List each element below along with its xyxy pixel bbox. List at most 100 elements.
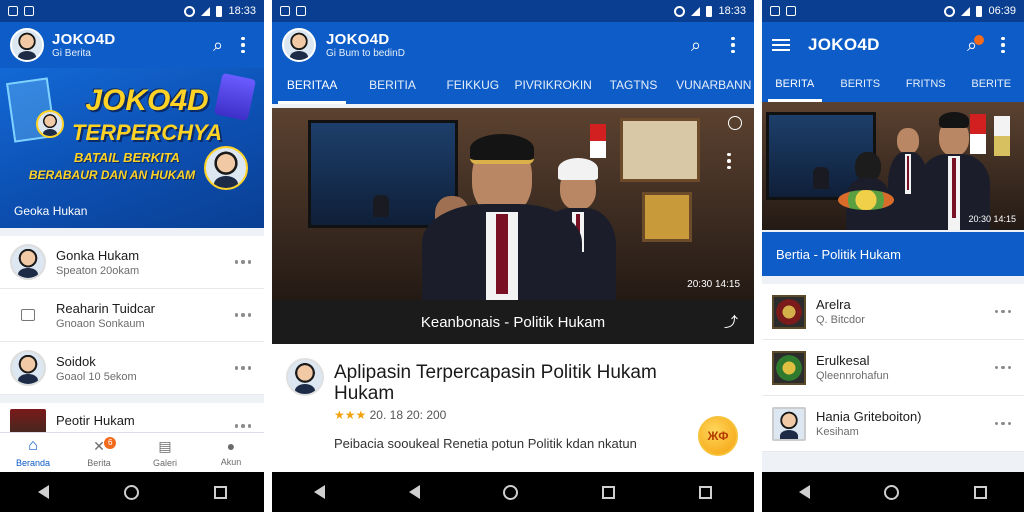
more-options-icon[interactable] <box>232 34 254 56</box>
tab-0[interactable]: BERITAA <box>272 68 352 104</box>
item-more-icon[interactable] <box>992 413 1014 435</box>
item-more-icon[interactable] <box>232 304 254 326</box>
item-more-icon[interactable] <box>992 301 1014 323</box>
list-item[interactable]: Erulkesal Qleennrohafun <box>762 340 1024 396</box>
list-item-subtitle: Speaton 20okam <box>56 264 140 277</box>
back-icon[interactable] <box>313 485 325 499</box>
profile-icon: ● <box>226 438 236 454</box>
list-item[interactable]: Gonka Hukam Speaton 20okam <box>0 236 264 289</box>
nav-news[interactable]: ✕ 6 Berita <box>66 433 132 472</box>
nav-label: Galeri <box>152 457 177 468</box>
hero-avatar-left <box>36 110 64 138</box>
back-icon[interactable] <box>799 485 811 499</box>
app-bar: JOKO4D Gi Berita ⌕ <box>0 22 264 68</box>
article-card[interactable]: Aplipasin Terpercapasin Politik Hukam Hu… <box>272 344 754 472</box>
recents-icon[interactable] <box>699 485 713 499</box>
list-item-title: Peotir Hukam <box>56 413 135 428</box>
signal-icon <box>201 6 211 16</box>
notification-icon <box>8 6 18 16</box>
tab-3[interactable]: PIVRIKROKIN <box>513 68 593 104</box>
recents-icon[interactable] <box>602 485 616 499</box>
photo-caption: Keanbonais - Politik Hukam <box>420 313 606 331</box>
home-circle-icon[interactable] <box>884 484 900 500</box>
list-item[interactable]: Reaharin Tuidcar Gnoaon Sonkaum <box>0 289 264 342</box>
avatar[interactable] <box>10 28 44 62</box>
wifi-icon <box>944 5 956 17</box>
tab-2[interactable]: FEIKKUG <box>433 68 513 104</box>
search-icon[interactable]: ⌕ <box>682 35 710 56</box>
search-icon[interactable]: ⌕ <box>204 35 232 56</box>
list-thumb <box>772 406 806 441</box>
list-avatar <box>10 244 46 280</box>
news-list: Gonka Hukam Speaton 20okam Reaharin Tuidc… <box>0 236 264 395</box>
hero-avatar-right <box>204 146 248 190</box>
photo-more-icon[interactable] <box>718 150 740 172</box>
tab-4[interactable]: TAGTNS <box>593 68 673 104</box>
action-fab[interactable]: ЖФ <box>698 416 738 456</box>
nav-gallery[interactable]: ▤ Galeri <box>132 433 198 472</box>
notification-icon <box>280 6 290 16</box>
home-circle-icon[interactable] <box>123 484 139 500</box>
item-more-icon[interactable] <box>232 357 254 379</box>
tab-2[interactable]: FRITNS <box>893 68 959 102</box>
nav-label: Berita <box>87 457 111 468</box>
main-person <box>422 126 582 300</box>
tab-1[interactable]: BERITIA <box>352 68 432 104</box>
message-icon <box>21 309 35 321</box>
info-icon[interactable] <box>728 116 742 130</box>
back-icon[interactable] <box>37 485 49 499</box>
article-photo[interactable]: 20:30 14:15 <box>762 102 1024 230</box>
item-more-icon[interactable] <box>232 251 254 273</box>
battery-icon <box>216 5 223 17</box>
more-options-icon[interactable] <box>722 34 744 56</box>
article-date: 20. 18 20: 200 <box>369 408 447 422</box>
nav-home[interactable]: ⌂ Beranda <box>0 433 66 472</box>
signal-icon <box>961 6 971 16</box>
wall-portrait <box>620 118 700 182</box>
main-person <box>918 110 990 230</box>
system-nav-bar <box>272 472 754 512</box>
nav-badge: 6 <box>104 437 117 449</box>
photo-timestamp: 20:30 14:15 <box>968 214 1016 224</box>
recents-icon[interactable] <box>973 485 987 499</box>
system-nav-bar <box>0 472 264 512</box>
nav-account[interactable]: ● Akun <box>198 433 264 472</box>
list-item[interactable]: Arelra Q. Bitcdor <box>762 284 1024 340</box>
menu-icon[interactable] <box>772 39 790 51</box>
tab-3[interactable]: BERITE <box>959 68 1024 102</box>
tab-1[interactable]: BERITS <box>828 68 894 102</box>
home-circle-icon[interactable] <box>503 484 519 500</box>
list-item-subtitle: Gnoaon Sonkaum <box>56 317 145 330</box>
list-item-title: Erulkesal <box>816 353 870 368</box>
flag <box>590 124 606 158</box>
author-avatar[interactable] <box>286 358 324 396</box>
share-icon[interactable]: ⤴ <box>724 312 738 332</box>
tab-0[interactable]: BERITA <box>762 68 828 102</box>
tab-5[interactable]: VUNARBANN <box>674 68 754 104</box>
search-icon[interactable]: ⌕ <box>958 34 986 56</box>
app-bar: JOKO4D Gi Bum to bedinD ⌕ <box>272 22 754 68</box>
wifi-icon <box>674 5 686 17</box>
hero-banner[interactable]: JOKO4D TERPERCHYA BATAIL BERKITA BERABAU… <box>0 68 264 228</box>
article-photo[interactable]: 20:30 14:15 <box>272 108 754 300</box>
wall-emblem <box>642 192 692 242</box>
gallery-icon: ▤ <box>158 437 172 454</box>
nav-label: Beranda <box>15 458 51 468</box>
app-subtitle: Gi Bum to bedinD <box>326 48 405 59</box>
recents-icon[interactable] <box>213 485 227 499</box>
phone-screen-category: 06:39 JOKO4D ⌕ BERITA BERITS FRITNS BERI… <box>762 0 1024 512</box>
bottom-navigation: ⌂ Beranda ✕ 6 Berita ▤ Galeri ● Akun <box>0 432 264 472</box>
app-bar: JOKO4D ⌕ <box>762 22 1024 68</box>
item-more-icon[interactable] <box>992 357 1014 379</box>
news-list: Arelra Q. Bitcdor Erulkesal Qleennrohafun … <box>762 284 1024 452</box>
list-item[interactable]: Soidok Goaol 10 5ekom <box>0 342 264 395</box>
article-title: Aplipasin Terpercapasin Politik Hukam Hu… <box>334 362 657 404</box>
list-item[interactable]: Hania Griteboiton) Kesiham <box>762 396 1024 452</box>
more-options-icon[interactable] <box>992 34 1014 56</box>
status-time: 18:33 <box>718 5 746 17</box>
list-icon-wrap <box>10 297 46 333</box>
back-icon[interactable] <box>408 485 420 499</box>
avatar[interactable] <box>282 28 316 62</box>
list-thumb <box>772 294 806 329</box>
status-bar: 18:33 <box>272 0 754 22</box>
